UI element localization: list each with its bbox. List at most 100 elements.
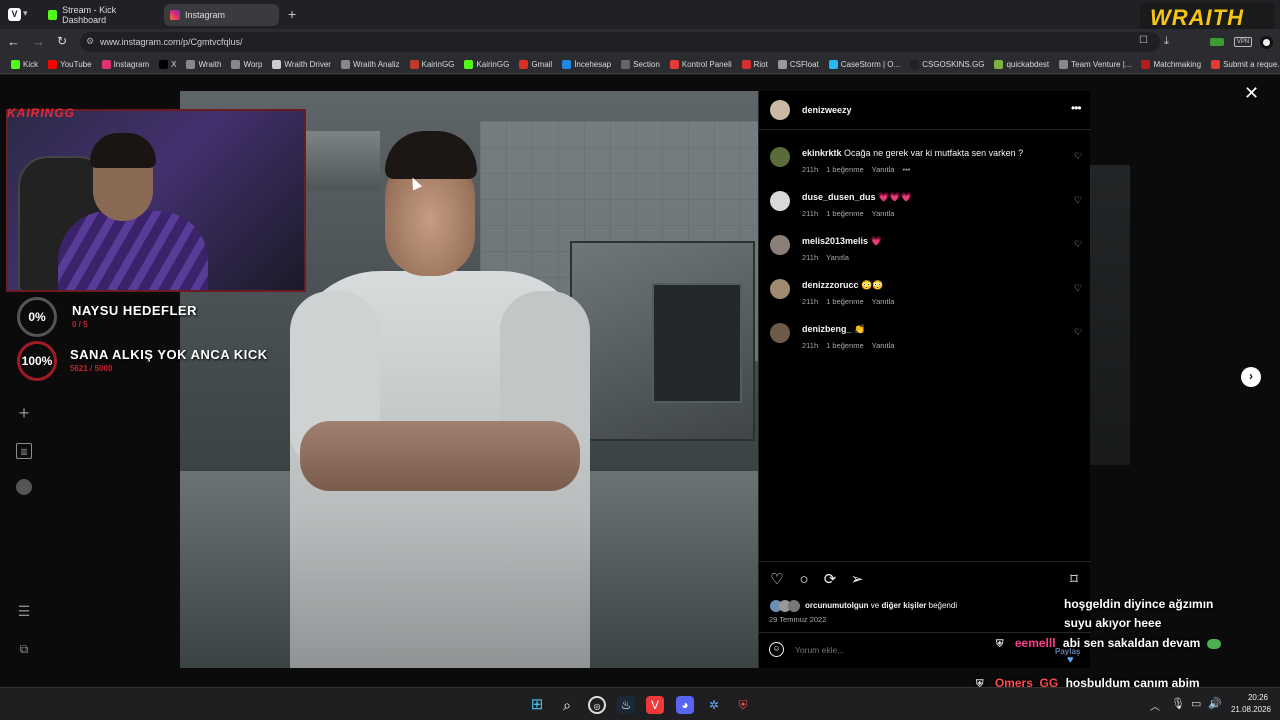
bookmark-item[interactable]: Riot	[737, 59, 773, 69]
tab-kick-dashboard[interactable]: Stream - Kick Dashboard	[42, 4, 160, 26]
close-icon[interactable]: ✕	[1244, 83, 1259, 104]
site-info-icon[interactable]: ⚙	[86, 36, 94, 47]
post-date[interactable]: 29 Temmuz 2022	[769, 615, 826, 624]
comment-like-heart-icon[interactable]: ♡	[1073, 327, 1083, 337]
bookmark-item[interactable]: Team Venture |...	[1054, 59, 1136, 69]
reload-icon[interactable]: ↻	[57, 34, 67, 48]
commenter-avatar[interactable]	[770, 191, 790, 211]
clock-date[interactable]: 21.08.2026	[1226, 705, 1276, 714]
app-icon[interactable]: ◎	[588, 696, 606, 714]
comment-bubble-icon[interactable]: ○	[795, 571, 813, 589]
download-icon[interactable]: ⤓	[1164, 35, 1169, 48]
bookmark-item[interactable]: Matchmaking	[1136, 59, 1206, 69]
bookmark-label: Worp	[243, 59, 263, 69]
dashboard-icon[interactable]: ▥	[16, 443, 32, 459]
forward-arrow-icon[interactable]: →	[32, 34, 45, 49]
bookmark-item[interactable]: CSGOSKINS.GG	[905, 59, 989, 69]
browser-logo-icon[interactable]: V	[8, 8, 21, 21]
reply-button[interactable]: Yanıtla	[872, 341, 895, 350]
comment-more-button[interactable]: •••	[902, 165, 910, 174]
tab-instagram[interactable]: Instagram	[164, 4, 279, 26]
bookmark-item[interactable]: Wraith	[181, 59, 226, 69]
search-icon[interactable]: ⌕	[558, 696, 576, 714]
tab-menu-chevron-icon[interactable]: ▾	[23, 8, 28, 19]
valorant-shield-icon[interactable]: ⛨	[734, 696, 752, 714]
liked-by-others[interactable]: diğer kişiler	[881, 601, 926, 610]
save-bookmark-icon[interactable]: ⌑	[1065, 571, 1083, 589]
comment-like-heart-icon[interactable]: ♡	[1073, 151, 1083, 161]
profile-icon[interactable]	[16, 479, 32, 495]
bookmark-item[interactable]: Wraith Driver	[267, 59, 336, 69]
vpn-icon[interactable]: VPN	[1234, 37, 1252, 47]
comment-likes[interactable]: 1 beğenme	[826, 165, 864, 174]
bookmark-item[interactable]: CSFloat	[773, 59, 824, 69]
more-options-icon[interactable]: •••	[1071, 101, 1082, 115]
discord-icon[interactable]: ◕	[676, 696, 694, 714]
comment-username[interactable]: duse_dusen_dus	[802, 192, 876, 202]
bookmark-item[interactable]: quickabdest	[989, 59, 1054, 69]
start-windows-icon[interactable]: ⊞	[528, 696, 546, 714]
clock-time[interactable]: 20:26	[1240, 693, 1276, 702]
bookmark-label: KairinGG	[421, 59, 455, 69]
bookmark-item[interactable]: KairinGG	[405, 59, 460, 69]
commenter-avatar[interactable]	[770, 147, 790, 167]
create-icon[interactable]: +	[16, 404, 32, 422]
commenter-avatar[interactable]	[770, 235, 790, 255]
volume-icon[interactable]: 🔊	[1208, 697, 1222, 710]
bookmark-item[interactable]: Submit a reque...	[1206, 59, 1280, 69]
more-menu-icon[interactable]: ☰	[16, 603, 32, 619]
microphone-icon[interactable]: 🎙	[1171, 697, 1185, 710]
comment-likes[interactable]: 1 beğenme	[826, 297, 864, 306]
bookmark-item[interactable]: Worp	[226, 59, 267, 69]
reply-button[interactable]: Yanıtla	[872, 165, 895, 174]
repost-icon[interactable]: ⟳	[821, 571, 839, 589]
comment-username[interactable]: denizbeng_	[802, 324, 852, 334]
reply-button[interactable]: Yanıtla	[872, 297, 895, 306]
extension-badge-icon[interactable]	[1210, 38, 1224, 46]
reply-button[interactable]: Yanıtla	[872, 209, 895, 218]
bookmark-item[interactable]: Gmail	[514, 59, 557, 69]
battlenet-icon[interactable]: ✲	[705, 696, 723, 714]
comment-like-heart-icon[interactable]: ♡	[1073, 195, 1083, 205]
comment-like-heart-icon[interactable]: ♡	[1073, 239, 1083, 249]
liked-by-username[interactable]: orcunumutolgun	[805, 601, 869, 610]
comment-username[interactable]: melis2013melis	[802, 236, 868, 246]
bookmark-item[interactable]: Instagram	[97, 59, 155, 69]
bookmark-item[interactable]: Kontrol Paneli	[665, 59, 737, 69]
comment-username[interactable]: ekinkrktk	[802, 148, 842, 158]
comment-likes[interactable]: 1 beğenme	[826, 209, 864, 218]
new-tab-button[interactable]: +	[288, 6, 296, 22]
reply-button[interactable]: Yanıtla	[826, 253, 849, 262]
like-heart-icon[interactable]: ♡	[768, 571, 786, 589]
bookmark-item[interactable]: CaseStorm | O...	[824, 59, 905, 69]
also-from-meta-icon[interactable]: ⧉	[16, 641, 32, 657]
bookmark-page-icon[interactable]: ☐	[1139, 35, 1148, 46]
comment-time: 211h	[802, 341, 819, 350]
bookmark-item[interactable]: Kick	[6, 59, 43, 69]
vivaldi-browser-icon[interactable]: V	[646, 696, 664, 714]
add-comment-input[interactable]	[795, 643, 1015, 657]
comment-likes[interactable]: 1 beğenme	[826, 341, 864, 350]
back-arrow-icon[interactable]: ←	[7, 34, 20, 49]
bookmark-item[interactable]: YouTube	[43, 59, 96, 69]
next-post-chevron-icon[interactable]: ›	[1241, 367, 1261, 387]
address-bar[interactable]: ⚙ www.instagram.com/p/Cgmtvcfqlus/ ☐	[80, 32, 1160, 52]
goal-percent: 0%	[28, 310, 46, 324]
emoji-icon[interactable]: ☺	[769, 642, 784, 657]
network-icon[interactable]: ▭	[1191, 697, 1201, 710]
commenter-avatar[interactable]	[770, 279, 790, 299]
bookmark-item[interactable]: KairinGG	[459, 59, 514, 69]
bookmark-item[interactable]: Section	[616, 59, 665, 69]
comment-username[interactable]: denizzzorucc	[802, 280, 859, 290]
panda-extension-icon[interactable]	[1260, 36, 1273, 49]
commenter-avatar[interactable]	[770, 323, 790, 343]
comment-like-heart-icon[interactable]: ♡	[1073, 283, 1083, 293]
bookmark-item[interactable]: X	[154, 59, 181, 69]
tray-chevron-icon[interactable]: ︿	[1150, 698, 1160, 713]
bookmark-item[interactable]: İncehesap	[557, 59, 616, 69]
author-username[interactable]: denizweezy	[802, 105, 852, 115]
steam-icon[interactable]: ♨	[617, 696, 635, 714]
author-avatar[interactable]	[770, 100, 790, 120]
bookmark-item[interactable]: Wraith Analiz	[336, 59, 405, 69]
share-send-icon[interactable]: ➢	[848, 571, 866, 589]
